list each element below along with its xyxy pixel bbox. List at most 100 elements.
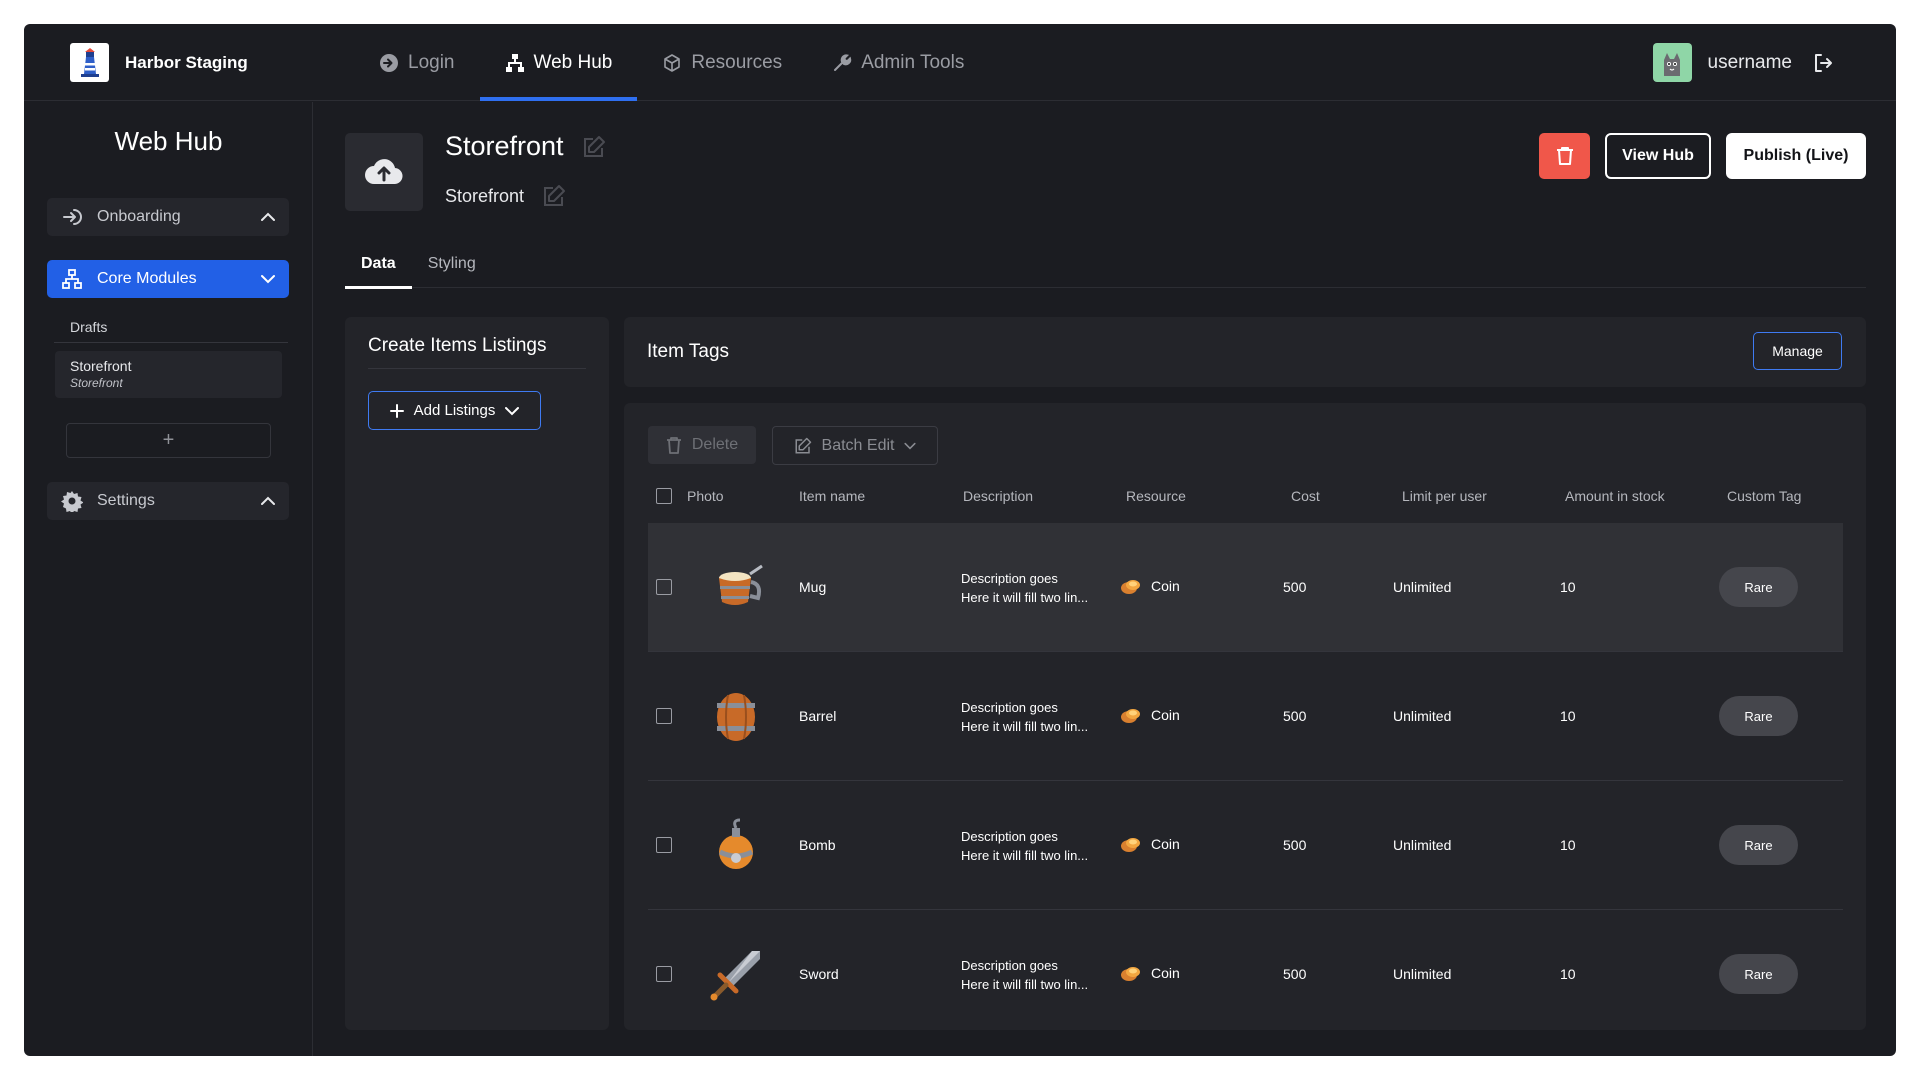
item-tags-panel: Item Tags Manage: [624, 317, 1866, 387]
nav-resources-label: Resources: [691, 51, 783, 73]
description-line: Description goes: [961, 829, 1058, 844]
edit-icon[interactable]: [582, 135, 606, 159]
column-header: Cost: [1291, 488, 1320, 504]
custom-tag-badge[interactable]: Rare: [1719, 954, 1798, 994]
nav-web-hub-label: Web Hub: [533, 51, 613, 73]
user-menu[interactable]: username: [1652, 43, 1792, 82]
bomb-icon: [706, 816, 766, 876]
item-stock: 10: [1560, 966, 1576, 982]
column-header: Limit per user: [1402, 488, 1487, 504]
table-row[interactable]: Bomb Description goes Here it will fill …: [648, 781, 1843, 910]
description-line: Here it will fill two lin...: [961, 590, 1089, 605]
table-row[interactable]: Mug Description goes Here it will fill t…: [648, 523, 1843, 652]
chevron-up-icon[interactable]: [261, 496, 275, 506]
sidebar-card-subtitle: Storefront: [70, 376, 123, 390]
table-row[interactable]: Barrel Description goes Here it will fil…: [648, 652, 1843, 781]
description-line: Description goes: [961, 571, 1058, 586]
row-checkbox[interactable]: [656, 579, 672, 595]
item-resource: Coin: [1120, 706, 1180, 724]
wrench-icon: [834, 53, 852, 71]
trash-icon: [666, 437, 681, 454]
plus-icon: [389, 403, 404, 418]
page-title: Storefront: [445, 131, 564, 161]
column-header: Description: [963, 488, 1034, 504]
nav-login-label: Login: [408, 51, 455, 73]
chevron-up-icon[interactable]: [261, 212, 275, 222]
row-checkbox[interactable]: [656, 966, 672, 982]
coin-icon: [1121, 580, 1140, 594]
nav-admin-tools[interactable]: Admin Tools: [807, 24, 989, 101]
item-cost: 500: [1283, 708, 1307, 724]
publish-live-button[interactable]: Publish (Live): [1726, 133, 1866, 179]
item-stock: 10: [1560, 708, 1576, 724]
coin-icon: [1121, 838, 1140, 852]
nav-web-hub[interactable]: Web Hub: [479, 24, 638, 101]
resource-label: Coin: [1151, 965, 1180, 981]
tab-styling[interactable]: Styling: [412, 255, 492, 288]
edit-icon: [795, 437, 811, 453]
sidebar-card-title: Storefront: [70, 358, 132, 374]
sidebar-item-drafts[interactable]: Drafts: [70, 319, 107, 335]
delete-button[interactable]: [1539, 133, 1590, 179]
batch-edit-label: Batch Edit: [821, 436, 895, 454]
row-checkbox[interactable]: [656, 708, 672, 724]
batch-edit-button[interactable]: Batch Edit: [772, 426, 938, 465]
add-listings-button[interactable]: Add Listings: [368, 391, 541, 430]
sidebar-item-storefront[interactable]: Storefront Storefront: [55, 351, 282, 398]
item-tags-title: Item Tags: [647, 341, 730, 362]
item-stock: 10: [1560, 837, 1576, 853]
bulk-delete-button[interactable]: Delete: [648, 426, 756, 464]
row-checkbox[interactable]: [656, 837, 672, 853]
item-limit: Unlimited: [1393, 579, 1452, 595]
item-description: Description goes Here it will fill two l…: [961, 698, 1088, 736]
sidebar-group-core-modules[interactable]: Core Modules: [47, 260, 289, 298]
sidebar-group-label: Onboarding: [97, 208, 181, 225]
select-all-checkbox[interactable]: [656, 488, 672, 504]
create-listings-panel: Create Items Listings Add Listings: [345, 317, 609, 1030]
bulk-delete-label: Delete: [691, 436, 739, 453]
column-header: Resource: [1126, 488, 1186, 504]
cloud-upload-icon[interactable]: [345, 133, 423, 211]
item-cost: 500: [1283, 579, 1307, 595]
item-cost: 500: [1283, 966, 1307, 982]
description-line: Here it will fill two lin...: [961, 977, 1089, 992]
nav-resources[interactable]: Resources: [637, 24, 807, 101]
cube-icon: [664, 53, 681, 72]
logout-button[interactable]: [1812, 52, 1834, 79]
column-header: Photo: [687, 488, 724, 504]
sidebar-group-label: Core Modules: [97, 270, 197, 287]
item-cost: 500: [1283, 837, 1307, 853]
nav-admin-tools-label: Admin Tools: [861, 51, 965, 73]
coin-icon: [1121, 709, 1140, 723]
sidebar-group-settings[interactable]: Settings: [47, 482, 289, 520]
custom-tag-badge[interactable]: Rare: [1719, 567, 1798, 607]
edit-icon[interactable]: [542, 184, 566, 208]
brand[interactable]: Harbor Staging: [70, 43, 248, 82]
custom-tag-badge[interactable]: Rare: [1719, 825, 1798, 865]
chevron-down-icon[interactable]: [261, 274, 275, 284]
sitemap-icon: [505, 53, 524, 72]
sidebar-add-button[interactable]: +: [66, 423, 271, 458]
nav-items: Login Web Hub Resources Admin Tools: [354, 24, 989, 101]
sidebar-group-label: Settings: [97, 492, 155, 509]
avatar: [1652, 43, 1692, 82]
sidebar-group-onboarding[interactable]: Onboarding: [47, 198, 289, 236]
description-line: Description goes: [961, 700, 1058, 715]
table-row[interactable]: Sword Description goes Here it will fill…: [648, 910, 1843, 1030]
barrel-icon: [706, 687, 766, 747]
tab-data[interactable]: Data: [345, 255, 412, 289]
item-resource: Coin: [1120, 577, 1180, 595]
chevron-down-icon: [904, 442, 917, 450]
view-hub-button[interactable]: View Hub: [1605, 133, 1711, 179]
sidebar-title: Web Hub: [114, 126, 223, 156]
custom-tag-badge[interactable]: Rare: [1719, 696, 1798, 736]
item-limit: Unlimited: [1393, 708, 1452, 724]
items-table-panel: Delete Batch Edit Photo Item name Descri…: [624, 403, 1866, 1030]
item-name: Barrel: [799, 708, 837, 724]
item-limit: Unlimited: [1393, 966, 1452, 982]
modules-icon: [62, 269, 82, 289]
nav-login[interactable]: Login: [354, 24, 480, 101]
manage-button[interactable]: Manage: [1753, 332, 1842, 370]
mug-icon: [706, 558, 766, 618]
login-arrow-icon: [380, 53, 398, 72]
